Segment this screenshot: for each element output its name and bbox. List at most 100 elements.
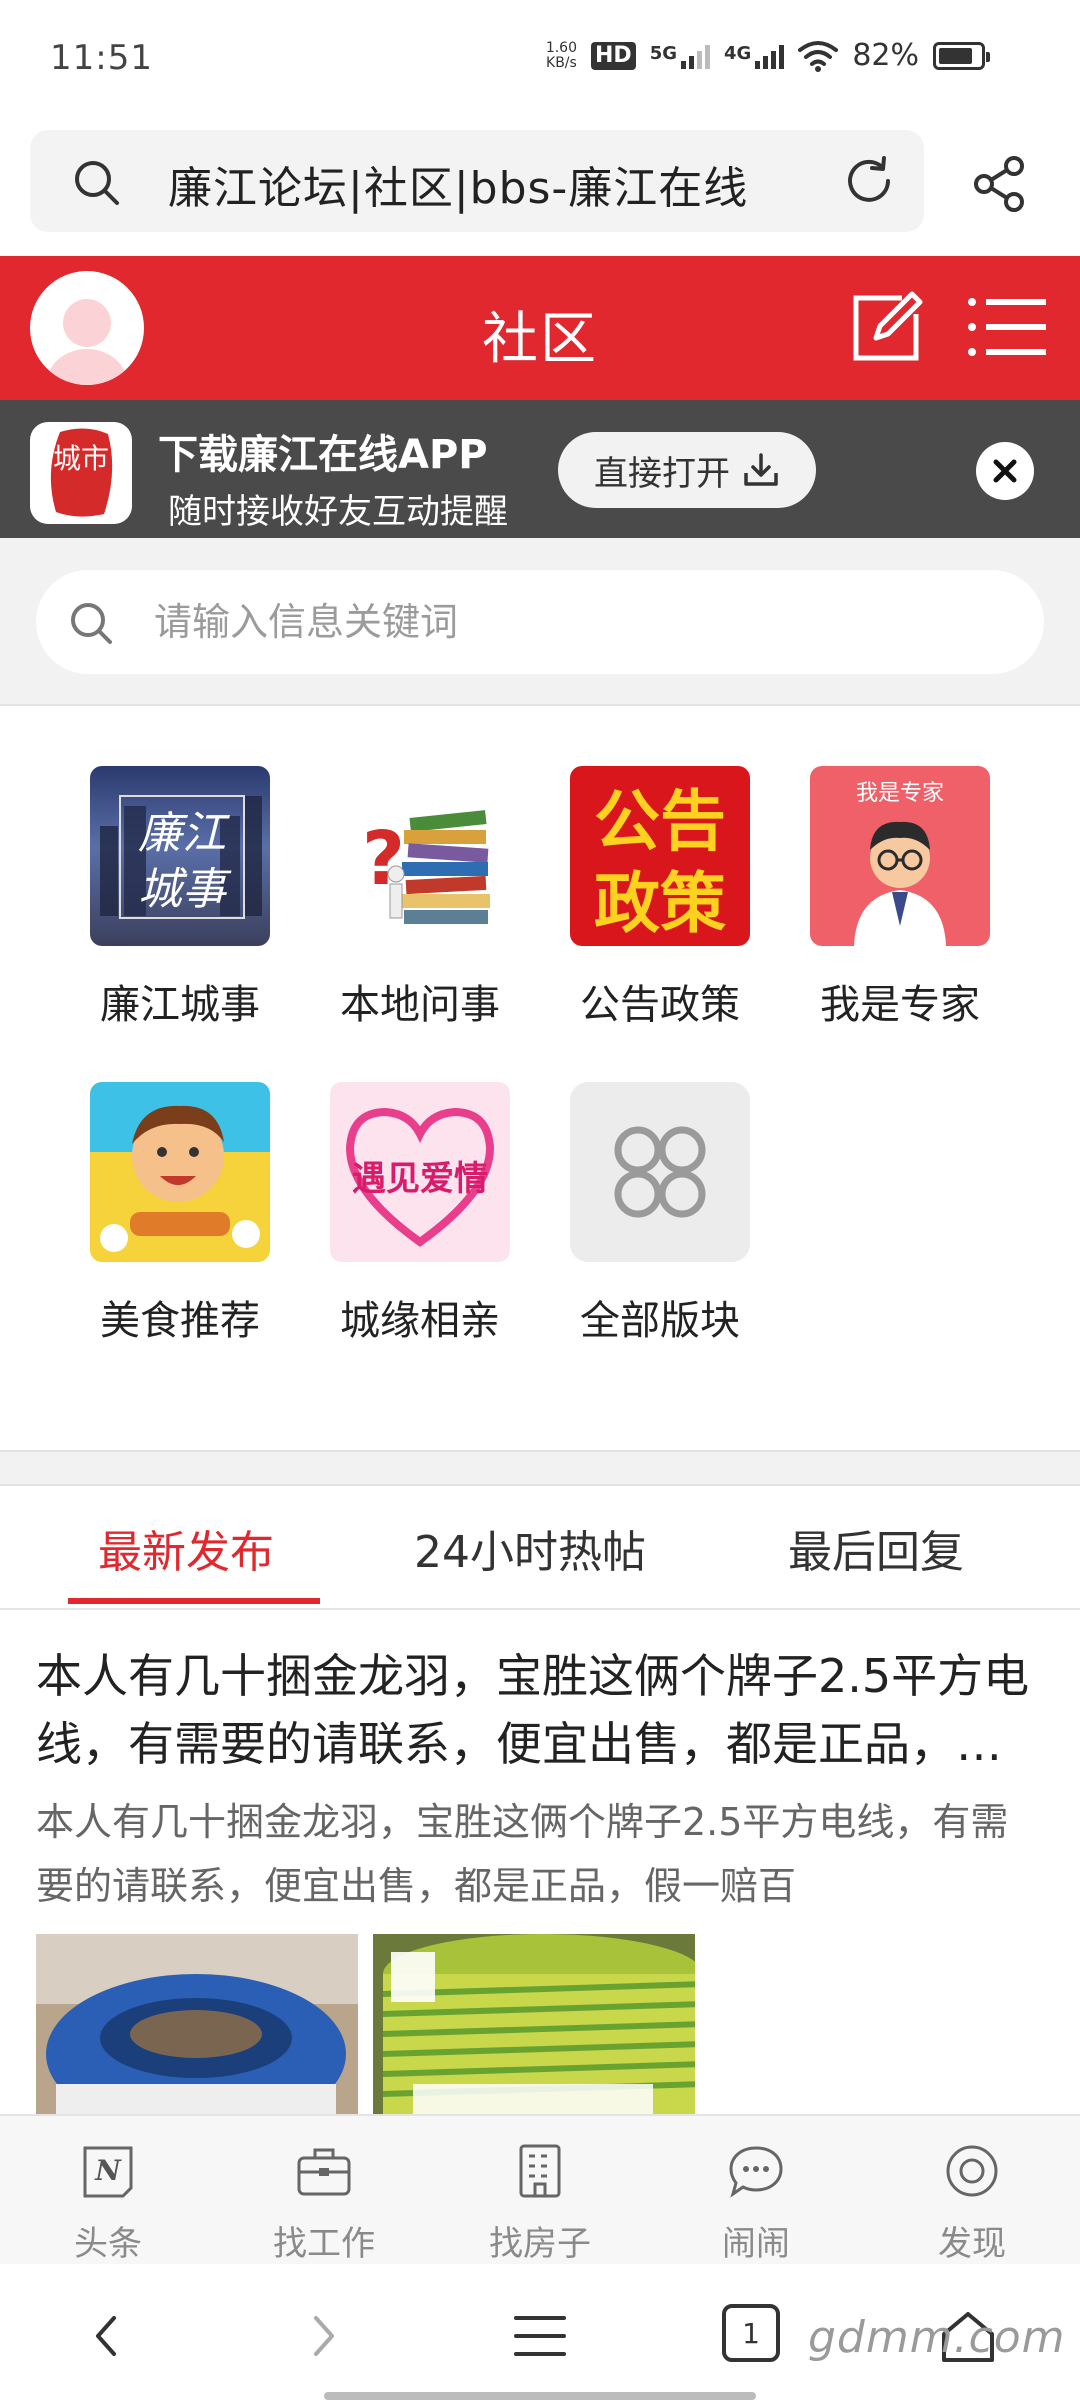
address-bar[interactable]: 廉江论坛|社区|bbs-廉江在线 (30, 130, 924, 232)
watermark: gdmm.com (808, 2312, 1066, 2363)
edit-icon[interactable] (846, 286, 926, 366)
category-label: 全部版块 (580, 1298, 740, 1344)
search-box[interactable] (36, 570, 1044, 674)
section-divider (0, 1450, 1080, 1486)
status-time: 11:51 (50, 38, 153, 78)
category-dating[interactable]: 遇见爱情 城缘相亲 (320, 1082, 520, 1346)
chat-icon (729, 2146, 783, 2198)
books-icon: ? (330, 766, 510, 946)
nav-jobs[interactable]: 找工作 (234, 2142, 414, 2265)
category-label: 廉江城事 (100, 982, 260, 1028)
active-tab-indicator (68, 1598, 320, 1604)
reload-icon[interactable] (842, 154, 896, 208)
svg-text:政策: 政策 (594, 865, 726, 942)
open-app-label: 直接打开 (594, 453, 730, 494)
bottom-app-nav: N 头条 找工作 找房子 闹闹 发现 (0, 2114, 1080, 2264)
home-indicator[interactable] (324, 2392, 756, 2400)
svg-text:N: N (94, 2154, 122, 2187)
nav-label: 头条 (74, 2224, 142, 2264)
nav-label: 闹闹 (722, 2224, 790, 2264)
banner-subtitle: 随时接收好友互动提醒 (168, 492, 508, 532)
grid-icon (570, 1082, 750, 1262)
building-icon (519, 2144, 561, 2198)
share-icon[interactable] (970, 154, 1030, 214)
net-speed: 1.60 KB/s (545, 39, 577, 71)
app-logo-text: 城市 (53, 442, 109, 475)
close-banner-button[interactable] (976, 442, 1034, 500)
post-item[interactable]: 本人有几十捆金龙羽，宝胜这俩个牌子2.5平方电线，有需要的请联系，便宜出售，都是… (0, 1612, 1080, 2124)
nav-label: 找房子 (489, 2224, 591, 2264)
category-grid: 廉江 城事 廉江城事 ? 本地问事 公告 政策 公告政策 我是专家 我是专家 美… (0, 706, 1080, 1450)
category-label: 城缘相亲 (340, 1298, 500, 1344)
menu-icon[interactable] (966, 294, 1048, 360)
svg-text:城事: 城事 (138, 864, 232, 915)
briefcase-icon (297, 2148, 351, 2196)
signal-5g-label: 5G (649, 42, 677, 64)
status-indicators: 1.60 KB/s HD 5G 4G 82% (545, 38, 990, 73)
post-title[interactable]: 本人有几十捆金龙羽，宝胜这俩个牌子2.5平方电线，有需要的请联系，便宜出售，都是… (36, 1642, 1046, 1778)
address-row: 廉江论坛|社区|bbs-廉江在线 (0, 130, 1080, 234)
net-speed-unit: KB/s (546, 54, 577, 71)
discover-icon (946, 2145, 998, 2197)
search-input[interactable] (154, 592, 1014, 652)
battery-level (939, 47, 972, 64)
svg-text:公告: 公告 (594, 783, 726, 860)
banner-title: 下载廉江在线APP (158, 432, 488, 478)
forward-icon[interactable] (290, 2304, 354, 2368)
category-label: 美食推荐 (100, 1298, 260, 1344)
post-tabs: 最新发布 24小时热帖 最后回复 (0, 1486, 1080, 1610)
svg-text:廉江: 廉江 (138, 808, 230, 859)
category-label: 我是专家 (820, 982, 980, 1028)
news-icon: N (83, 2146, 133, 2198)
community-header: 社区 (0, 256, 1080, 400)
signal-4g-icon: 4G (724, 42, 785, 69)
search-area (0, 538, 1080, 706)
tab-24h-hot[interactable]: 24小时热帖 (414, 1516, 646, 1580)
search-icon[interactable] (70, 156, 122, 208)
expert-icon: 我是专家 (810, 766, 990, 946)
page-title[interactable]: 廉江论坛|社区|bbs-廉江在线 (168, 152, 748, 216)
post-image-cable-green[interactable] (373, 1934, 695, 2124)
battery-percent: 82% (852, 38, 919, 73)
tabs-icon[interactable]: 1 (722, 2304, 780, 2362)
signal-4g-label: 4G (724, 42, 752, 64)
wifi-icon (798, 40, 839, 72)
battery-icon (933, 41, 990, 70)
category-lianjiang-city[interactable]: 廉江 城事 廉江城事 (80, 766, 280, 1030)
category-expert[interactable]: 我是专家 我是专家 (800, 766, 1000, 1030)
category-label: 本地问事 (340, 982, 500, 1028)
heart-icon: 遇见爱情 (330, 1082, 510, 1262)
menu-lines-icon[interactable] (508, 2304, 572, 2368)
nav-label: 发现 (938, 2224, 1006, 2264)
hd-badge: HD (591, 41, 636, 70)
open-app-button[interactable]: 直接打开 (558, 432, 816, 508)
net-speed-value: 1.60 (545, 39, 577, 56)
food-icon (90, 1082, 270, 1262)
back-icon[interactable] (76, 2304, 140, 2368)
status-bar: 11:51 1.60 KB/s HD 5G 4G 82% (0, 0, 1080, 120)
category-local-questions[interactable]: ? 本地问事 (320, 766, 520, 1030)
category-label: 公告政策 (580, 982, 740, 1028)
page: 11:51 1.60 KB/s HD 5G 4G 82% 廉江论坛|社区|bbs… (0, 0, 1080, 2408)
announcement-icon: 公告 政策 (570, 766, 750, 946)
svg-text:我是专家: 我是专家 (856, 781, 944, 806)
close-icon (993, 459, 1017, 483)
post-image-cable-blue[interactable] (36, 1934, 358, 2124)
app-logo: 城市 (30, 422, 132, 524)
tab-latest[interactable]: 最新发布 (98, 1516, 274, 1580)
app-download-banner: 城市 下载廉江在线APP 随时接收好友互动提醒 直接打开 (0, 400, 1080, 538)
signal-5g-icon: 5G (650, 43, 710, 69)
tab-count: 1 (742, 2316, 760, 2350)
download-icon (744, 453, 778, 486)
nav-chat[interactable]: 闹闹 (666, 2142, 846, 2265)
category-all-boards[interactable]: 全部版块 (560, 1082, 760, 1346)
heart-icon-text: 遇见爱情 (352, 1159, 488, 1199)
search-icon (71, 603, 112, 644)
city-skyline-icon: 廉江 城事 (90, 766, 270, 946)
nav-discover[interactable]: 发现 (882, 2142, 1062, 2265)
tab-last-reply[interactable]: 最后回复 (788, 1516, 964, 1580)
category-announcements[interactable]: 公告 政策 公告政策 (560, 766, 760, 1030)
nav-headlines[interactable]: N 头条 (18, 2142, 198, 2265)
category-food[interactable]: 美食推荐 (80, 1082, 280, 1346)
nav-housing[interactable]: 找房子 (450, 2142, 630, 2265)
